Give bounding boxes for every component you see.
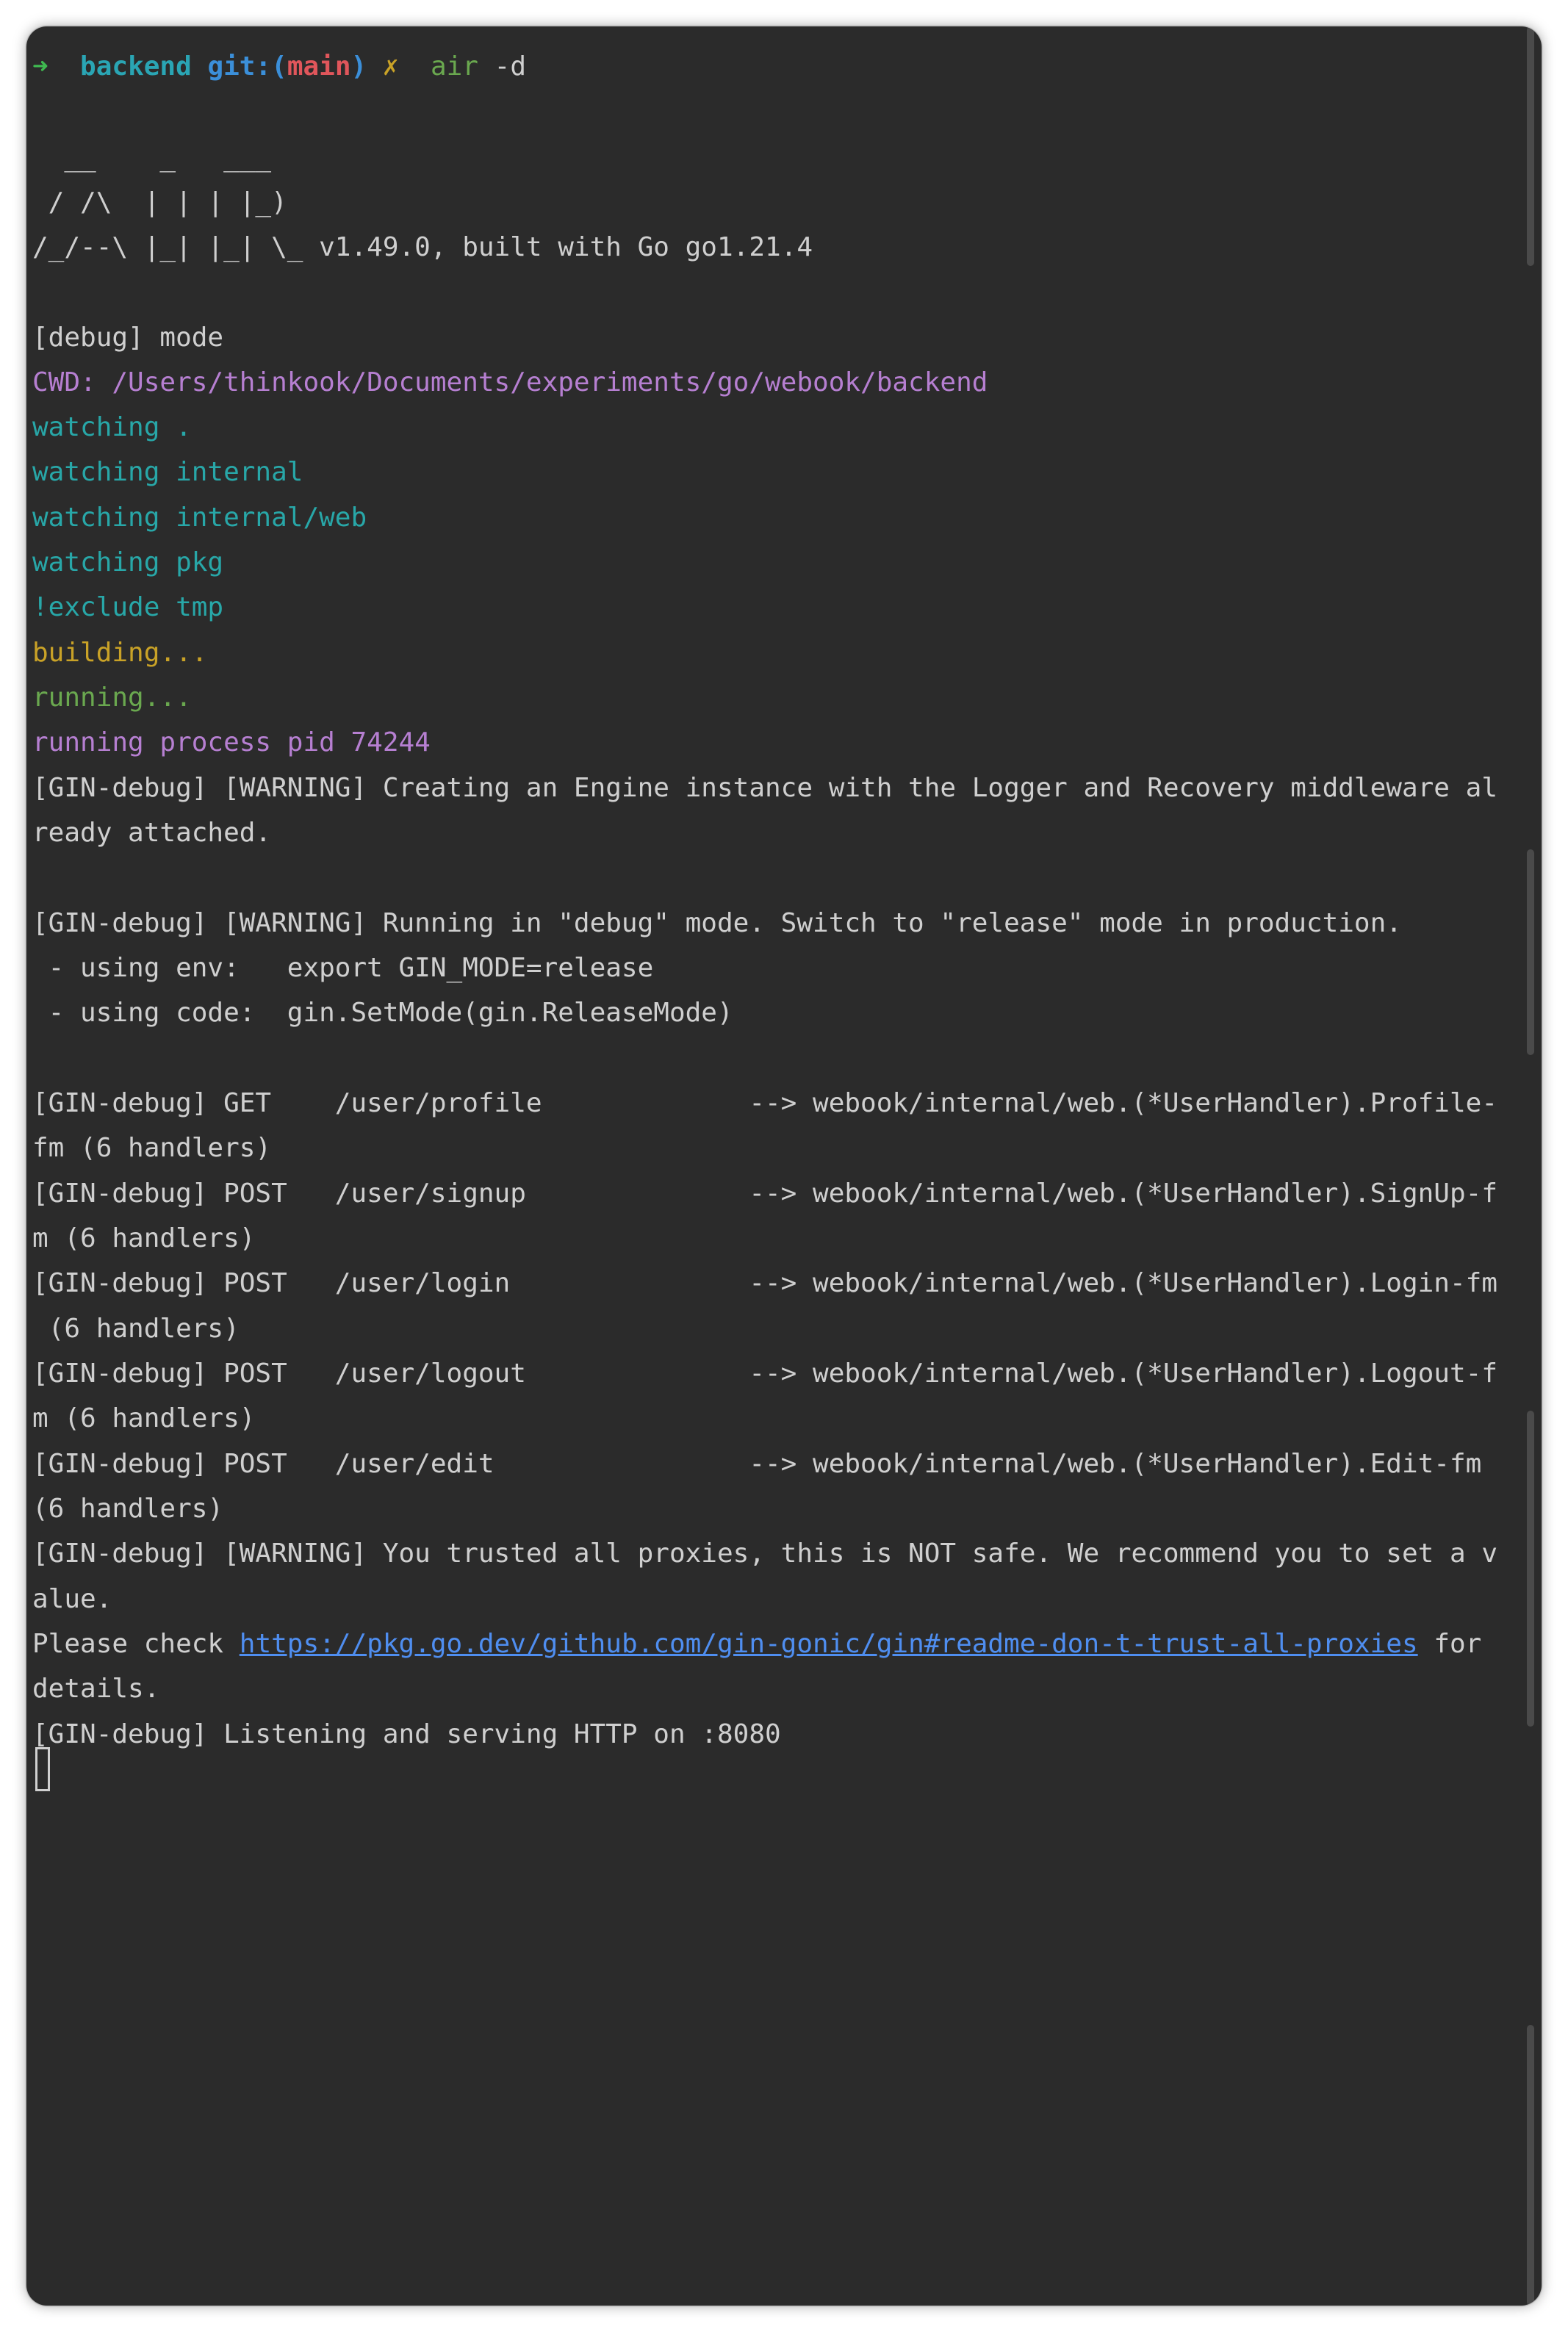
- log-listening: [GIN-debug] Listening and serving HTTP o…: [32, 1719, 781, 1749]
- log-building: building...: [32, 638, 208, 668]
- terminal-cursor: [35, 1747, 50, 1791]
- log-warn-mode: [GIN-debug] [WARNING] Running in "debug"…: [32, 908, 1402, 938]
- log-warn-engine-2: ready attached.: [32, 818, 272, 848]
- log-code-hint: - using code: gin.SetMode(gin.ReleaseMod…: [32, 998, 733, 1028]
- banner-line-3: /_/--\ |_| |_| \_ v1.49.0, built with Go…: [32, 232, 813, 262]
- log-watch-4: watching pkg: [32, 547, 224, 577]
- log-watch-1: watching .: [32, 412, 192, 442]
- prompt-branch: main: [287, 51, 351, 82]
- prompt-git-prefix: git:(: [207, 51, 287, 82]
- terminal-window: ➜ backend git:(main) ✗ air -d __ _ ___ /…: [26, 26, 1542, 2306]
- log-warn-engine-1: [GIN-debug] [WARNING] Creating an Engine…: [32, 773, 1497, 803]
- log-warn-proxy-1: [GIN-debug] [WARNING] You trusted all pr…: [32, 1539, 1497, 1569]
- log-check-line: Please check https://pkg.go.dev/github.c…: [32, 1622, 1481, 1667]
- prompt-directory: backend: [80, 51, 192, 82]
- log-route-1a: [GIN-debug] GET /user/profile --> webook…: [32, 1088, 1497, 1118]
- scrollbar-thumb-2[interactable]: [1527, 849, 1534, 1055]
- prompt-line: ➜ backend git:(main) ✗ air -d: [32, 44, 526, 90]
- scrollbar-thumb-1[interactable]: [1527, 26, 1534, 266]
- log-debug-mode: [debug] mode: [32, 323, 224, 353]
- log-cwd: CWD: /Users/thinkook/Documents/experimen…: [32, 367, 988, 397]
- scrollbar-thumb-4[interactable]: [1527, 2025, 1534, 2306]
- prompt-dirty-icon: ✗: [382, 51, 399, 82]
- log-watch-3: watching internal/web: [32, 503, 367, 533]
- log-route-3b: (6 handlers): [32, 1314, 240, 1344]
- banner-line-2: / /\ | | | |_): [32, 187, 303, 217]
- prompt-command: air: [430, 51, 478, 82]
- log-watch-2: watching internal: [32, 457, 303, 487]
- proxies-doc-link[interactable]: https://pkg.go.dev/github.com/gin-gonic/…: [240, 1629, 1418, 1659]
- log-env-hint: - using env: export GIN_MODE=release: [32, 953, 654, 983]
- scrollbar-thumb-3[interactable]: [1527, 1411, 1534, 1727]
- terminal-output[interactable]: ➜ backend git:(main) ✗ air -d __ _ ___ /…: [32, 26, 1517, 2306]
- log-pid: running process pid 74244: [32, 727, 431, 757]
- log-route-4a: [GIN-debug] POST /user/logout --> webook…: [32, 1358, 1497, 1389]
- log-exclude: !exclude tmp: [32, 592, 224, 622]
- log-route-4b: m (6 handlers): [32, 1403, 256, 1433]
- log-route-1b: fm (6 handlers): [32, 1133, 272, 1163]
- prompt-arrow-icon: ➜: [32, 51, 48, 82]
- log-warn-proxy-2: alue.: [32, 1584, 112, 1614]
- log-route-3a: [GIN-debug] POST /user/login --> webook/…: [32, 1268, 1497, 1298]
- log-check-end: details.: [32, 1674, 160, 1704]
- log-running: running...: [32, 683, 192, 713]
- prompt-git-suffix: ): [350, 51, 367, 82]
- banner-line-1: __ _ ___: [32, 143, 303, 173]
- log-route-5a: [GIN-debug] POST /user/edit --> webook/i…: [32, 1449, 1482, 1479]
- log-route-2a: [GIN-debug] POST /user/signup --> webook…: [32, 1178, 1497, 1209]
- log-check-prefix: Please check: [32, 1629, 240, 1659]
- log-check-suffix: for: [1417, 1629, 1482, 1659]
- prompt-args: -d: [494, 51, 527, 82]
- log-route-5b: (6 handlers): [32, 1494, 224, 1524]
- log-route-2b: m (6 handlers): [32, 1223, 256, 1253]
